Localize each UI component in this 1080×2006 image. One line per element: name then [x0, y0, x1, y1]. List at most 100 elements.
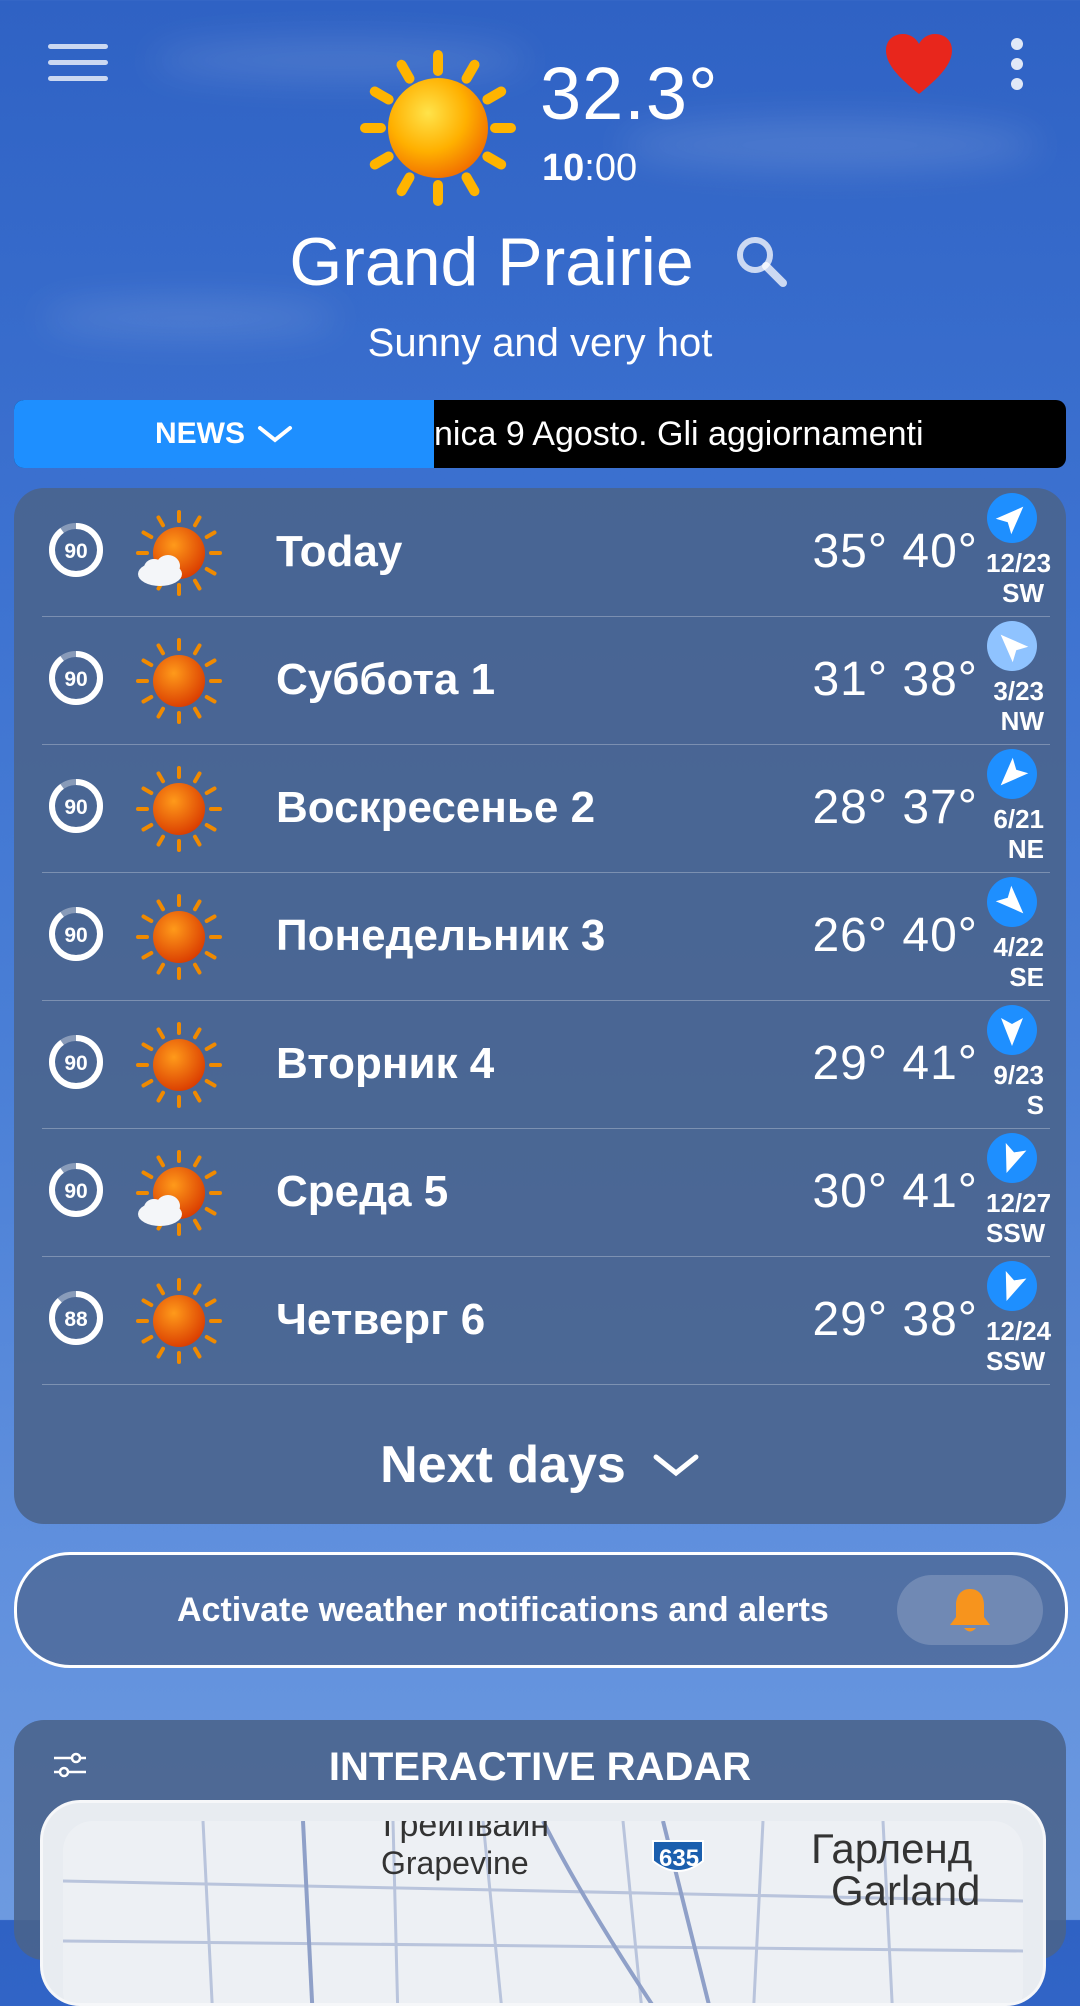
chevron-down-icon: [258, 426, 292, 443]
chevron-down-icon: [653, 1454, 699, 1477]
forecast-row[interactable]: 90 Today 35° 40° 12/23 SW: [42, 488, 1051, 617]
forecast-row[interactable]: 90 Среда 5 30° 41° 12/27 SSW: [42, 1128, 1051, 1257]
wind-speed: 6/21: [993, 804, 1044, 834]
wind-direction: SSW: [986, 1346, 1046, 1376]
probability-value: 88: [64, 1308, 88, 1331]
wind-info: 6/21 NE: [986, 748, 1044, 864]
wind-speed: 12/24: [986, 1316, 1052, 1346]
wind-direction: NE: [1007, 834, 1044, 864]
wind-direction-icon: [987, 877, 1037, 927]
forecast-card: 90 Today 35° 40° 12/23 SW 90 Суббота 1 31° 38° 3…: [14, 488, 1066, 1524]
current-time: 10:00: [542, 146, 637, 190]
map-label-grapevine: Grapevine: [381, 1845, 529, 1881]
time-hour: 10: [542, 147, 585, 189]
sun-icon: [136, 1278, 222, 1364]
city-name[interactable]: Grand Prairie: [289, 224, 693, 300]
current-temperature: 32.3°: [540, 52, 719, 135]
news-headline[interactable]: nica 9 Agosto. Gli aggiornamenti: [434, 400, 1054, 468]
news-label: NEWS: [155, 417, 245, 450]
time-minutes: :00: [584, 147, 638, 189]
menu-button[interactable]: [48, 44, 108, 92]
notifications-toggle[interactable]: [897, 1575, 1043, 1645]
wind-info: 12/24 SSW: [986, 1260, 1051, 1376]
hamburger-line: [48, 44, 108, 49]
forecast-temps: 31° 38°: [812, 653, 978, 706]
wind-direction: SW: [1002, 578, 1044, 608]
hamburger-line: [48, 60, 108, 65]
forecast-temps: 29° 41°: [812, 1037, 978, 1090]
forecast-row[interactable]: 90 Вторник 4 29° 41° 9/23 S: [42, 1000, 1050, 1129]
wind-direction-icon: [987, 1005, 1037, 1055]
wind-direction-icon: [987, 493, 1037, 543]
notifications-label: Activate weather notifications and alert…: [177, 1591, 829, 1629]
highway-shield-635: 635: [659, 1845, 700, 1872]
radar-card: INTERACTIVE RADAR Грейпвайн Grapevine 63…: [14, 1720, 1066, 2006]
wind-direction-icon: [987, 749, 1037, 799]
sun-icon: [136, 766, 222, 852]
forecast-row[interactable]: 90 Понедельник 3 26° 40° 4/22 SE: [42, 872, 1050, 1001]
wind-direction: NW: [1000, 706, 1044, 736]
wind-speed: 3/23: [993, 676, 1044, 706]
forecast-temps: 26° 40°: [812, 909, 978, 962]
forecast-row[interactable]: 90 Воскресенье 2 28° 37° 6/21 NE: [42, 744, 1050, 873]
wind-direction-icon: [987, 1261, 1037, 1311]
wind-direction: S: [1026, 1090, 1044, 1120]
precipitation-probability-ring: 90: [49, 907, 103, 961]
heart-icon: [886, 34, 952, 94]
precipitation-probability-ring: 90: [49, 1163, 103, 1217]
radar-map[interactable]: Грейпвайн Grapevine 635 Гарленд Garland: [40, 1800, 1046, 2006]
forecast-day: Вторник 4: [276, 1039, 495, 1088]
probability-value: 90: [64, 924, 87, 947]
probability-value: 90: [64, 796, 87, 819]
wind-speed: 4/22: [993, 932, 1044, 962]
sun-cloud-icon: [136, 1150, 222, 1236]
forecast-row[interactable]: 88 Четверг 6 29° 38° 12/24 SSW: [42, 1256, 1051, 1385]
wind-speed: 9/23: [993, 1060, 1044, 1090]
forecast-temps: 30° 41°: [812, 1165, 978, 1218]
city-header: Grand Prairie: [0, 222, 1080, 302]
sun-icon: [136, 894, 222, 980]
map-view[interactable]: Грейпвайн Grapevine 635 Гарленд Garland: [63, 1821, 1023, 2003]
weather-description: Sunny and very hot: [367, 321, 713, 365]
wind-direction-icon: [987, 1133, 1037, 1183]
map-label-grapevine-ru: Грейпвайн: [383, 1821, 550, 1844]
sun-icon: [136, 1022, 222, 1108]
wind-info: 12/27 SSW: [986, 1132, 1051, 1248]
map-label-garland-ru: Гарленд: [811, 1825, 973, 1872]
next-days-label: Next days: [380, 1436, 626, 1494]
precipitation-probability-ring: 90: [49, 523, 103, 577]
probability-value: 90: [64, 1052, 87, 1075]
sun-icon: [360, 50, 516, 206]
forecast-temps: 35° 40°: [812, 525, 978, 578]
forecast-day: Четверг 6: [276, 1295, 486, 1344]
wind-info: 12/23 SW: [986, 492, 1051, 608]
probability-value: 90: [64, 540, 87, 563]
forecast-day: Today: [276, 527, 403, 576]
forecast-row[interactable]: 90 Суббота 1 31° 38° 3/23 NW: [42, 616, 1050, 745]
wind-speed: 12/27: [986, 1188, 1052, 1218]
probability-value: 90: [64, 1180, 87, 1203]
sun-cloud-icon: [136, 510, 222, 596]
hamburger-line: [48, 76, 108, 81]
sun-icon: [136, 638, 222, 724]
search-icon[interactable]: [731, 231, 791, 291]
news-button[interactable]: NEWS: [14, 400, 434, 468]
wind-direction: SSW: [986, 1218, 1046, 1248]
next-days-button[interactable]: Next days: [14, 1420, 1066, 1510]
forecast-day: Воскресенье 2: [276, 783, 596, 832]
precipitation-probability-ring: 90: [49, 1035, 103, 1089]
wind-direction-icon: [987, 621, 1037, 671]
forecast-temps: 28° 37°: [812, 781, 978, 834]
bell-icon: [950, 1589, 990, 1632]
dot: [1011, 78, 1023, 90]
precipitation-probability-ring: 90: [49, 779, 103, 833]
favorite-button[interactable]: [884, 32, 954, 98]
forecast-day: Понедельник 3: [276, 911, 606, 960]
notifications-banner[interactable]: Activate weather notifications and alert…: [14, 1552, 1068, 1668]
wind-speed: 12/23: [986, 548, 1052, 578]
precipitation-probability-ring: 90: [49, 651, 103, 705]
news-ticker[interactable]: NEWS nica 9 Agosto. Gli aggiornamenti: [14, 400, 1066, 468]
more-options-button[interactable]: [1004, 38, 1030, 98]
map-label-garland: Garland: [831, 1867, 981, 1914]
wind-info: 3/23 NW: [986, 620, 1044, 736]
